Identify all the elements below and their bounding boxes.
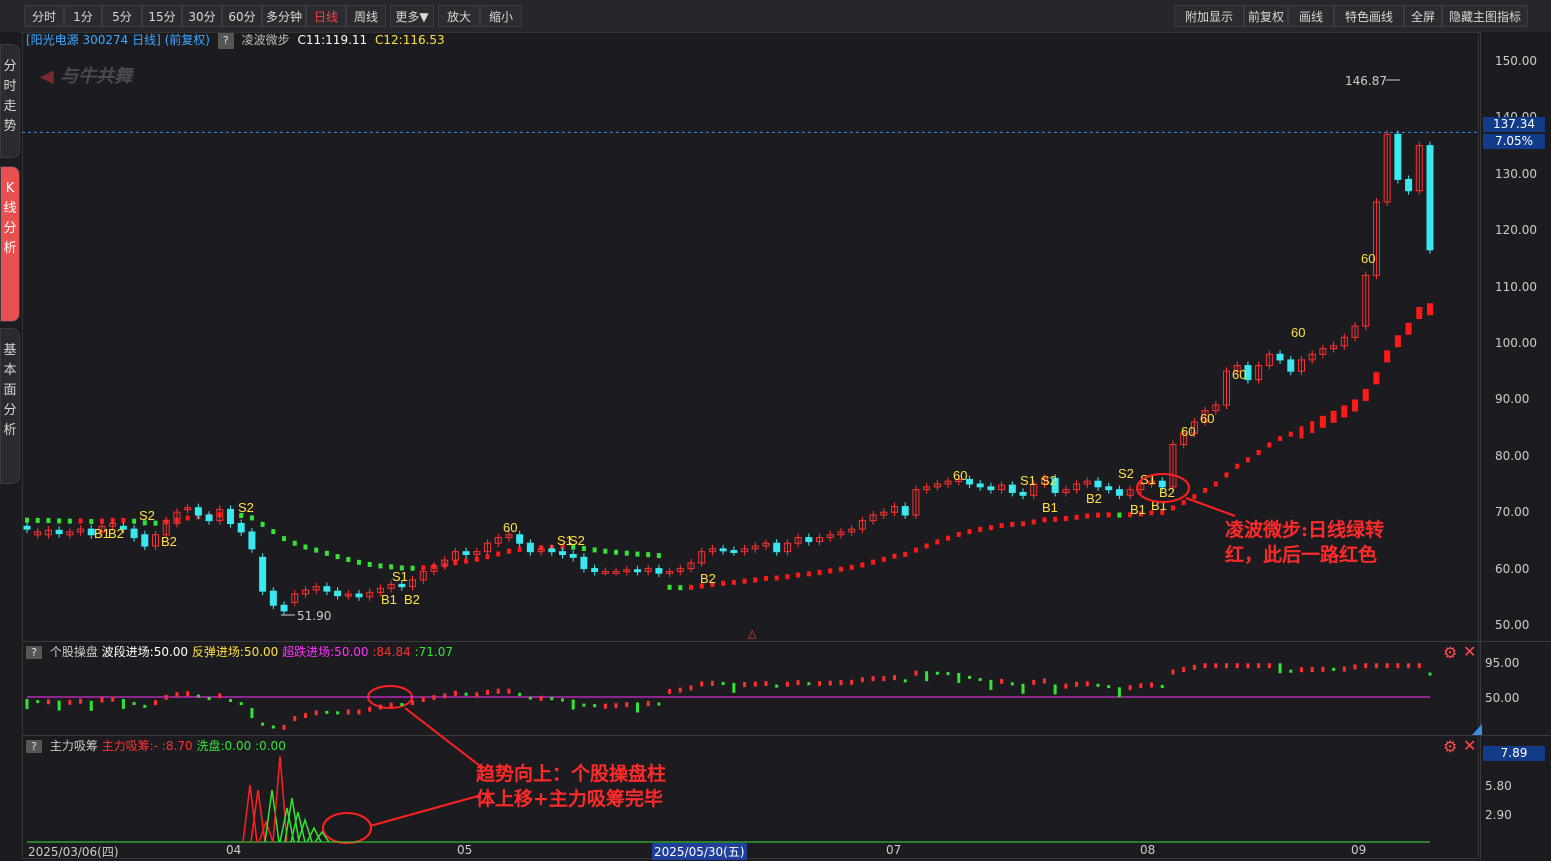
side-tab-0[interactable]: 分时走势 bbox=[0, 44, 20, 158]
price-tick: 130.00 bbox=[1495, 166, 1537, 181]
x-label: 08 bbox=[1140, 843, 1156, 857]
high-price-label: 146.87 bbox=[1345, 74, 1387, 88]
pct-tag: 7.05% bbox=[1483, 134, 1545, 149]
toolbar-btn-8[interactable]: 周线 bbox=[346, 5, 386, 27]
panel2-l2: 反弹进场:50.00 bbox=[191, 645, 279, 659]
price-tick: 70.00 bbox=[1495, 505, 1530, 520]
toolbar-btn-5[interactable]: 60分 bbox=[222, 5, 262, 27]
annotation-1-line1: 凌波微步:日线绿转 bbox=[1225, 519, 1385, 541]
panel2-l5: :71.07 bbox=[414, 645, 454, 659]
sidebar: 分时走势 K线分析基本面分析 bbox=[0, 32, 20, 861]
annotation-2-line2: 体上移+主力吸筹完毕 bbox=[476, 788, 663, 810]
panel3-name[interactable]: 主力吸筹 bbox=[50, 739, 98, 753]
panel2-l3: 超跌进场:50.00 bbox=[282, 645, 369, 659]
help-icon[interactable]: ? bbox=[26, 740, 42, 753]
stock-title[interactable]: [阳光电源 300274 日线] (前复权) bbox=[26, 33, 210, 47]
c11-value: C11:119.11 bbox=[297, 33, 368, 47]
price-tag: 137.34 bbox=[1483, 117, 1545, 132]
panel3-l4: :0.00 bbox=[255, 739, 286, 753]
price-tick: 100.00 bbox=[1495, 336, 1537, 350]
toolbar-right-btn-3[interactable]: 特色画线 bbox=[1334, 5, 1404, 27]
annotation-2: 趋势向上：个股操盘柱 体上移+主力吸筹完毕 bbox=[476, 762, 666, 812]
toolbar-btn-7[interactable]: 日线 bbox=[306, 5, 346, 27]
panel3-tag: 7.89 bbox=[1483, 746, 1545, 761]
annotation-2-line1: 趋势向上：个股操盘柱 bbox=[476, 763, 667, 785]
toolbar-btn-10[interactable]: 放大 bbox=[438, 5, 480, 27]
panel3-l1: 主力吸筹:- bbox=[101, 739, 159, 753]
low-price-label: 51.90 bbox=[297, 609, 332, 623]
panel3-header: ? 主力吸筹 主力吸筹:- :8.70 洗盘:0.00 :0.00 bbox=[26, 737, 286, 754]
panel3-l2: :8.70 bbox=[161, 739, 193, 753]
x-label: 05 bbox=[457, 843, 473, 857]
panel2-l4: :84.84 bbox=[372, 645, 411, 659]
toolbar-right-btn-2[interactable]: 画线 bbox=[1288, 5, 1334, 27]
panel3-axis-mid: 2.90 bbox=[1485, 808, 1512, 822]
panel2-axis-top: 95.00 bbox=[1485, 656, 1520, 670]
panel3-axis-top: 5.80 bbox=[1485, 779, 1512, 793]
side-tab-2[interactable]: 基本面分析 bbox=[0, 328, 20, 484]
toolbar-btn-3[interactable]: 15分 bbox=[142, 5, 182, 27]
panel2-name[interactable]: 个股操盘 bbox=[50, 645, 98, 659]
c12-value: C12:116.53 bbox=[375, 33, 445, 47]
gear-icon[interactable]: ⚙ bbox=[1443, 737, 1457, 756]
x-label-highlight: 2025/05/30(五) bbox=[652, 843, 747, 860]
toolbar-btn-1[interactable]: 1分 bbox=[64, 5, 102, 27]
toolbar-btn-6[interactable]: 多分钟 bbox=[262, 5, 306, 27]
price-tick: 110.00 bbox=[1495, 279, 1537, 294]
panel2-axis-mid: 50.00 bbox=[1485, 691, 1520, 705]
toolbar-right-btn-4[interactable]: 全屏 bbox=[1404, 5, 1442, 27]
toolbar-right-btn-0[interactable]: 附加显示 bbox=[1174, 5, 1244, 27]
help-icon[interactable]: ? bbox=[217, 33, 234, 49]
annotation-1-line2: 红，此后一路红色 bbox=[1225, 544, 1378, 566]
panel3-l3: 洗盘:0.00 bbox=[196, 739, 252, 753]
price-tick: 60.00 bbox=[1495, 561, 1530, 576]
toolbar-right-btn-1[interactable]: 前复权 bbox=[1244, 5, 1288, 27]
x-label: 04 bbox=[226, 843, 242, 857]
x-label: 2025/03/06(四) bbox=[28, 845, 119, 859]
help-icon[interactable]: ? bbox=[26, 646, 42, 659]
price-tick: 50.00 bbox=[1495, 618, 1530, 632]
price-tick: 120.00 bbox=[1495, 223, 1537, 238]
gear-icon[interactable]: ⚙ bbox=[1443, 643, 1457, 662]
panel-divider bbox=[22, 641, 1551, 642]
panel-divider bbox=[22, 735, 1551, 736]
panel2-l1: 波段进场:50.00 bbox=[101, 645, 189, 659]
watermark-logo: ◀ 与牛共舞 bbox=[40, 66, 133, 87]
price-tick: 150.00 bbox=[1495, 54, 1537, 68]
toolbar-btn-11[interactable]: 缩小 bbox=[480, 5, 522, 27]
toolbar-btn-4[interactable]: 30分 bbox=[182, 5, 222, 27]
x-label: 07 bbox=[886, 843, 902, 857]
close-icon[interactable]: ✕ bbox=[1463, 736, 1476, 755]
toolbar: 分时 1分 5分 15分 30分 60分 多分钟 日线 周线 更多▼ 放大 缩小 附加显示 前复权 画线 特色… bbox=[0, 0, 1551, 33]
toolbar-right-btn-5[interactable]: 隐藏主图指标 bbox=[1442, 5, 1528, 27]
toolbar-btn-0[interactable]: 分时 bbox=[24, 5, 64, 27]
info-bar: [阳光电源 300274 日线] (前复权) ? 凌波微步 C11:119.11… bbox=[26, 32, 445, 49]
panel2-header: ? 个股操盘 波段进场:50.00 反弹进场:50.00 超跌进场:50.00 … bbox=[26, 643, 453, 660]
toolbar-btn-9[interactable]: 更多▼ bbox=[390, 5, 434, 27]
indicator-name[interactable]: 凌波微步 bbox=[242, 33, 290, 47]
close-icon[interactable]: ✕ bbox=[1463, 642, 1476, 661]
annotation-1: 凌波微步:日线绿转 红，此后一路红色 bbox=[1225, 518, 1384, 568]
toolbar-btn-2[interactable]: 5分 bbox=[102, 5, 142, 27]
price-tick: 90.00 bbox=[1495, 392, 1530, 407]
price-tick: 80.00 bbox=[1495, 448, 1530, 463]
side-tab-1[interactable]: K线分析 bbox=[0, 166, 20, 322]
x-label: 09 bbox=[1351, 843, 1367, 857]
